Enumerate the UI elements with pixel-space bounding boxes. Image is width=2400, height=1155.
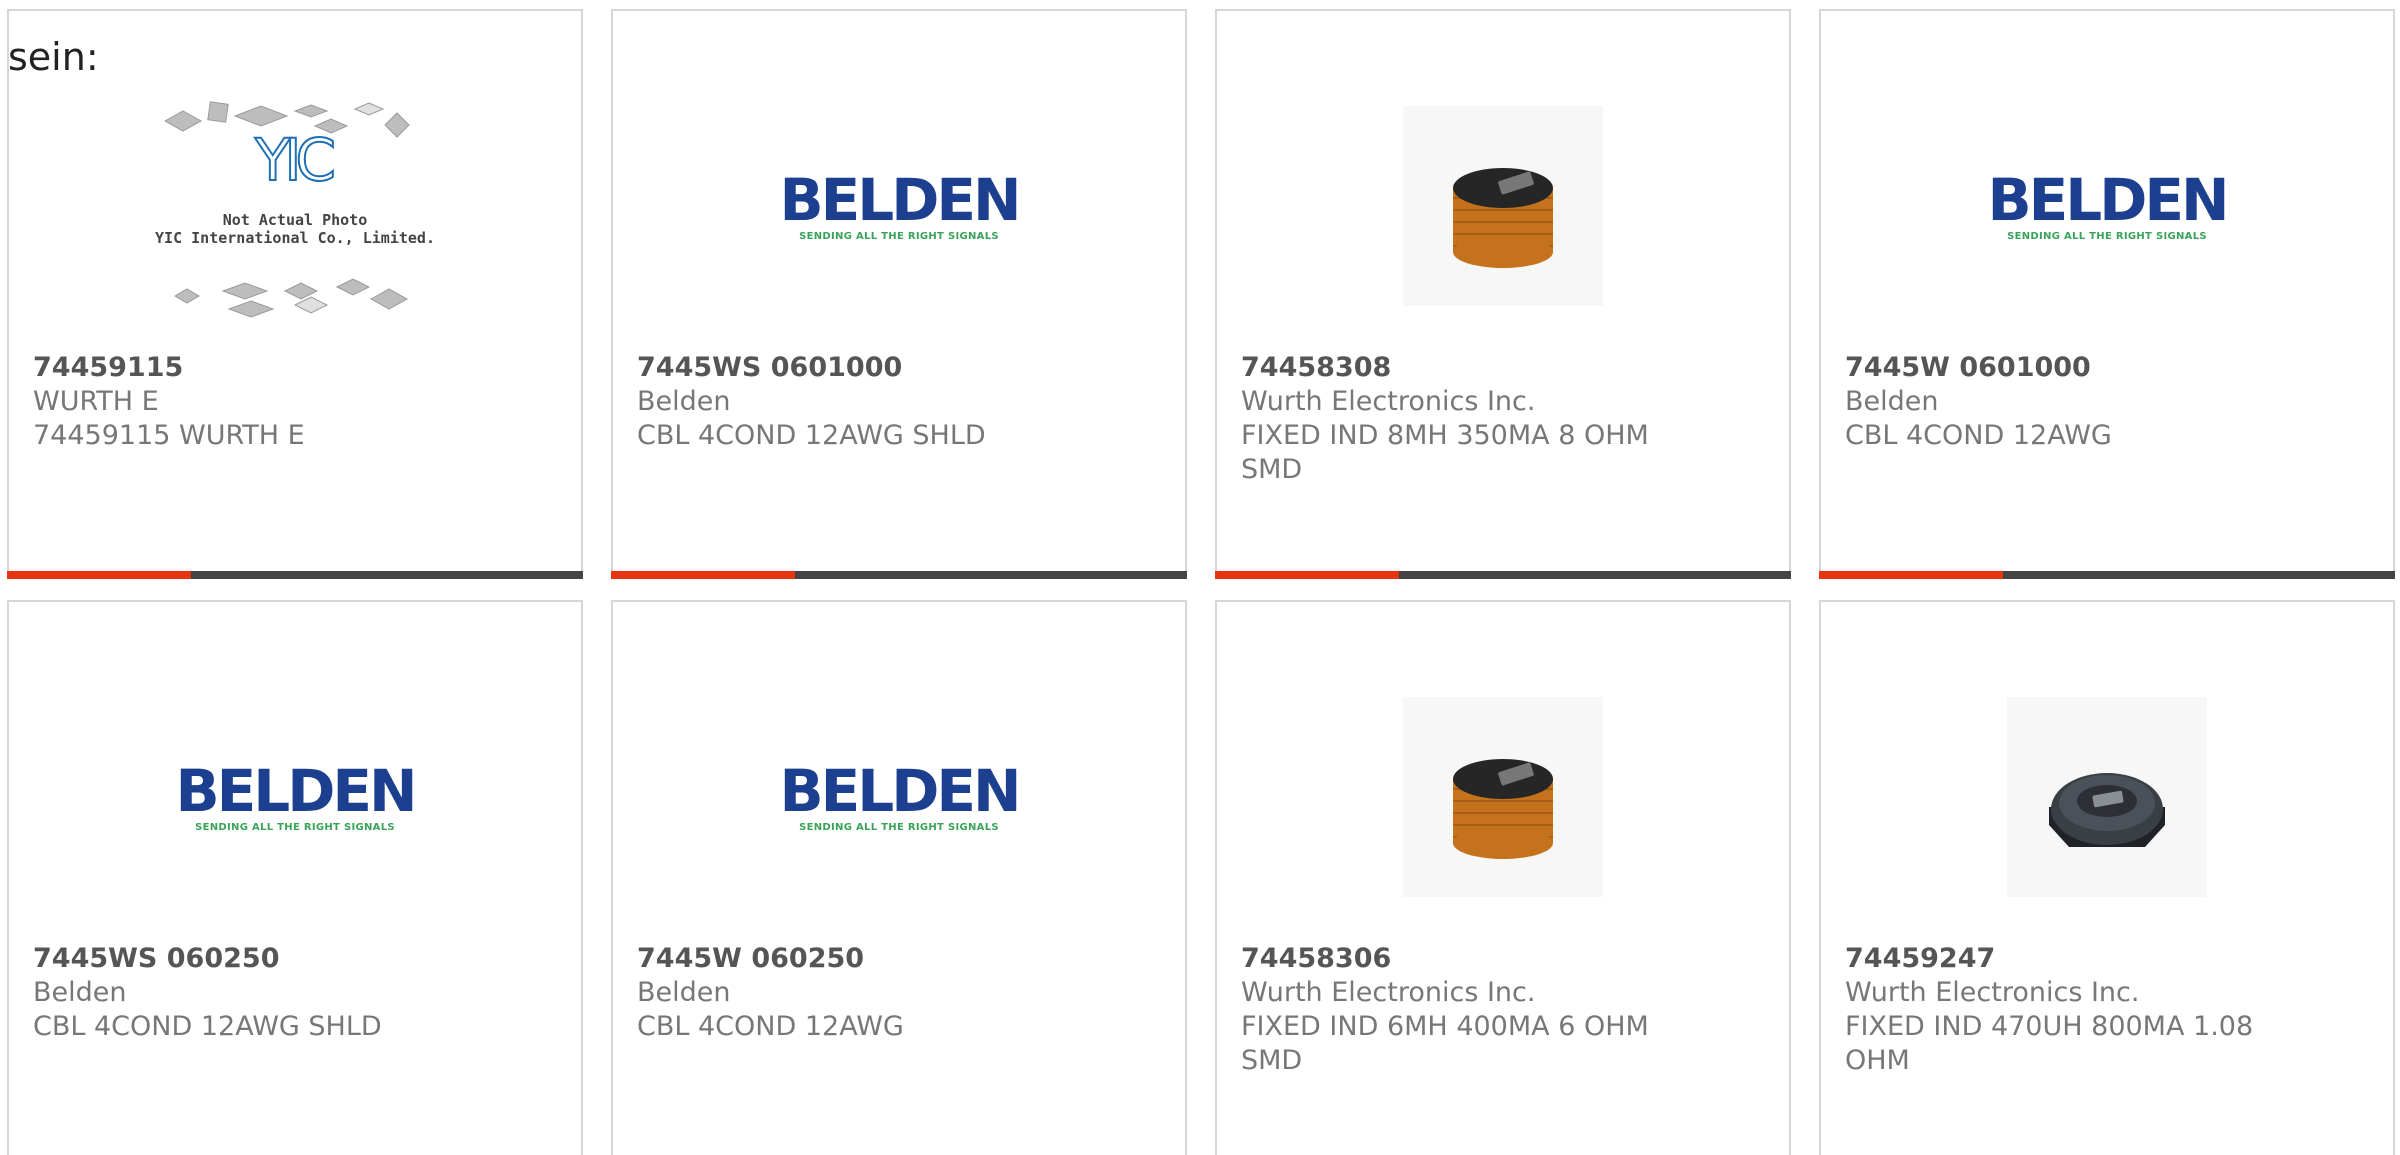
part-number[interactable]: 74459247 xyxy=(1845,942,2369,976)
product-card[interactable]: 74459247 Wurth Electronics Inc. FIXED IN… xyxy=(1819,600,2395,1155)
manufacturer: Belden xyxy=(637,386,731,417)
product-card[interactable]: BELDEN SENDING ALL THE RIGHT SIGNALS 744… xyxy=(611,600,1187,1155)
accent-bar xyxy=(1215,571,1399,579)
part-number[interactable]: 7445W 060250 xyxy=(637,942,1161,976)
accent-bar xyxy=(1819,571,2003,579)
product-info: 74459115 WURTH E 74459115 WURTH E xyxy=(33,351,557,453)
product-image xyxy=(1217,672,1789,922)
belden-logo: BELDEN SENDING ALL THE RIGHT SIGNALS xyxy=(779,756,1021,833)
product-card[interactable]: YIC Not Actual Photo YIC International C… xyxy=(7,9,583,579)
manufacturer: Wurth Electronics Inc. xyxy=(1241,977,1536,1008)
card-bottom-bar xyxy=(1215,571,1791,579)
description: FIXED IND 470UH 800MA 1.08 OHM xyxy=(1845,1011,2254,1076)
product-image: BELDEN SENDING ALL THE RIGHT SIGNALS xyxy=(9,672,581,922)
product-image: YIC Not Actual Photo YIC International C… xyxy=(9,81,581,331)
product-info: 74458306 Wurth Electronics Inc. FIXED IN… xyxy=(1241,942,1765,1078)
chip-illustrations-icon xyxy=(163,101,410,318)
product-image: BELDEN SENDING ALL THE RIGHT SIGNALS xyxy=(1821,81,2393,331)
product-image xyxy=(1217,81,1789,331)
belden-logo-tagline: SENDING ALL THE RIGHT SIGNALS xyxy=(195,821,395,833)
description: 74459115 WURTH E xyxy=(33,420,305,451)
product-info: 74459247 Wurth Electronics Inc. FIXED IN… xyxy=(1845,942,2369,1078)
card-bottom-bar xyxy=(7,571,583,579)
belden-logo-tagline: SENDING ALL THE RIGHT SIGNALS xyxy=(799,821,999,833)
description: FIXED IND 8MH 350MA 8 OHM SMD xyxy=(1241,420,1649,485)
product-info: 7445WS 060250 Belden CBL 4COND 12AWG SHL… xyxy=(33,942,557,1044)
part-number[interactable]: 74458308 xyxy=(1241,351,1765,385)
manufacturer: Belden xyxy=(33,977,127,1008)
product-card[interactable]: BELDEN SENDING ALL THE RIGHT SIGNALS 744… xyxy=(611,9,1187,579)
accent-bar xyxy=(611,571,795,579)
card-bottom-bar xyxy=(1819,571,2395,579)
belden-logo-tagline: SENDING ALL THE RIGHT SIGNALS xyxy=(2007,230,2207,242)
belden-logo: BELDEN SENDING ALL THE RIGHT SIGNALS xyxy=(779,165,1021,242)
description: CBL 4COND 12AWG SHLD xyxy=(33,1011,382,1042)
product-image: BELDEN SENDING ALL THE RIGHT SIGNALS xyxy=(613,81,1185,331)
part-number[interactable]: 74458306 xyxy=(1241,942,1765,976)
product-image xyxy=(1821,672,2393,922)
yic-placeholder-image: YIC Not Actual Photo YIC International C… xyxy=(145,81,445,331)
part-number[interactable]: 7445WS 060250 xyxy=(33,942,557,976)
product-image: BELDEN SENDING ALL THE RIGHT SIGNALS xyxy=(613,672,1185,922)
product-card[interactable]: 74458306 Wurth Electronics Inc. FIXED IN… xyxy=(1215,600,1791,1155)
description: CBL 4COND 12AWG xyxy=(1845,420,2112,451)
part-number[interactable]: 74459115 xyxy=(33,351,557,385)
manufacturer: Wurth Electronics Inc. xyxy=(1241,386,1536,417)
description: CBL 4COND 12AWG SHLD xyxy=(637,420,986,451)
belden-logo-text: BELDEN xyxy=(779,165,1021,234)
copper-inductor-icon xyxy=(1403,106,1603,306)
part-number[interactable]: 7445WS 0601000 xyxy=(637,351,1161,385)
belden-logo: BELDEN SENDING ALL THE RIGHT SIGNALS xyxy=(1987,165,2229,242)
product-info: 7445W 0601000 Belden CBL 4COND 12AWG xyxy=(1845,351,2369,453)
product-grid-page: sein: YIC Not Actual Photo YIC Internati… xyxy=(0,0,2400,1155)
image-caption: Not Actual Photo YIC International Co., … xyxy=(155,211,435,247)
description: CBL 4COND 12AWG xyxy=(637,1011,904,1042)
shielded-inductor-icon xyxy=(2007,697,2207,897)
prefix-text: sein: xyxy=(8,35,99,79)
accent-bar xyxy=(7,571,191,579)
copper-inductor-icon xyxy=(1403,697,1603,897)
description: FIXED IND 6MH 400MA 6 OHM SMD xyxy=(1241,1011,1649,1076)
product-info: 74458308 Wurth Electronics Inc. FIXED IN… xyxy=(1241,351,1765,487)
product-card[interactable]: BELDEN SENDING ALL THE RIGHT SIGNALS 744… xyxy=(7,600,583,1155)
product-card[interactable]: BELDEN SENDING ALL THE RIGHT SIGNALS 744… xyxy=(1819,9,2395,579)
belden-logo-tagline: SENDING ALL THE RIGHT SIGNALS xyxy=(799,230,999,242)
card-bottom-bar xyxy=(611,571,1187,579)
part-number[interactable]: 7445W 0601000 xyxy=(1845,351,2369,385)
product-info: 7445W 060250 Belden CBL 4COND 12AWG xyxy=(637,942,1161,1044)
belden-logo-text: BELDEN xyxy=(1987,165,2229,234)
belden-logo-text: BELDEN xyxy=(175,756,417,825)
product-card[interactable]: 74458308 Wurth Electronics Inc. FIXED IN… xyxy=(1215,9,1791,579)
belden-logo: BELDEN SENDING ALL THE RIGHT SIGNALS xyxy=(175,756,417,833)
manufacturer: Wurth Electronics Inc. xyxy=(1845,977,2140,1008)
manufacturer: Belden xyxy=(1845,386,1939,417)
manufacturer: WURTH E xyxy=(33,386,159,417)
manufacturer: Belden xyxy=(637,977,731,1008)
belden-logo-text: BELDEN xyxy=(779,756,1021,825)
yic-logo-mark: YIC xyxy=(254,126,337,194)
product-info: 7445WS 0601000 Belden CBL 4COND 12AWG SH… xyxy=(637,351,1161,453)
